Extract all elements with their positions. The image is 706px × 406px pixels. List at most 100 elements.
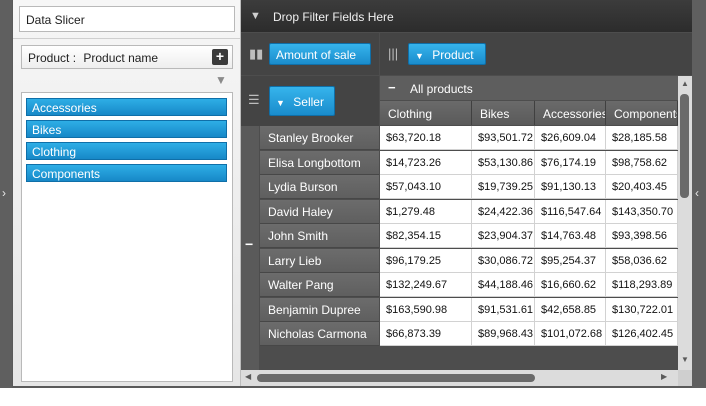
row-header[interactable]: Stanley Brooker [260,126,379,150]
row-field-chip[interactable]: ▼ Seller [269,86,335,116]
field-label: Product : [28,51,77,65]
scroll-down-icon[interactable]: ▼ [681,355,689,364]
filter-drop-zone[interactable]: ▼ Drop Filter Fields Here [241,0,692,32]
column-header-components[interactable]: Components [606,101,678,125]
row-header[interactable]: Larry Lieb [260,249,379,273]
horizontal-scrollbar[interactable]: ◀ ▶ [241,370,678,386]
scroll-corner [678,370,692,386]
table-cell[interactable]: $130,722.01 [606,298,678,322]
slicer-item-accessories[interactable]: Accessories [26,98,227,116]
table-cell[interactable]: $23,904.37 [472,224,535,248]
row-header[interactable]: Nicholas Carmona [260,322,379,346]
row-header[interactable]: Benjamin Dupree [260,298,379,322]
table-cell[interactable]: $14,763.48 [535,224,606,248]
collapse-right-handle[interactable]: ‹ [692,0,706,388]
column-fields-zone[interactable]: ||| ▼ Product [380,33,692,75]
table-cell[interactable]: $14,723.26 [380,151,472,175]
table-cell[interactable]: $98,758.62 [606,151,678,175]
filter-icon[interactable]: ▼ [415,51,424,61]
table-cell[interactable]: $1,279.48 [380,200,472,224]
table-cell[interactable]: $24,422.36 [472,200,535,224]
scroll-thumb[interactable] [680,94,689,198]
table-cell[interactable]: $20,403.45 [606,175,678,199]
table-cell[interactable]: $30,086.72 [472,249,535,273]
table-cell[interactable]: $63,720.18 [380,126,472,150]
table-cell[interactable]: $126,402.45 [606,322,678,346]
table-cell[interactable]: $163,590.98 [380,298,472,322]
slicer-items-list: Accessories Bikes Clothing Components [21,92,233,382]
row-field-label: Seller [293,95,324,109]
table-cell[interactable]: $42,658.85 [535,298,606,322]
data-fields-zone[interactable]: ▮▮ Amount of sale [241,33,379,75]
table-cell[interactable]: $95,254.37 [535,249,606,273]
table-cell[interactable]: $57,043.10 [380,175,472,199]
table-cell[interactable]: $93,398.56 [606,224,678,248]
table-cell[interactable]: $26,609.04 [535,126,606,150]
app-frame: › Data Slicer Product : Product name + ▼… [0,0,706,388]
pivot-grid: ▼ Drop Filter Fields Here ▮▮ Amount of s… [241,0,692,386]
table-cell[interactable]: $19,739.25 [472,175,535,199]
row-header[interactable]: Lydia Burson [260,175,379,199]
column-field-chip[interactable]: ▼ Product [408,43,486,65]
chevron-right-icon: › [2,186,6,200]
row-header[interactable]: Walter Pang [260,273,379,297]
table-cell[interactable]: $93,501.72 [472,126,535,150]
table-cell[interactable]: $116,547.64 [535,200,606,224]
row-fields-zone[interactable]: ☰ ▼ Seller [241,76,379,126]
scroll-right-icon[interactable]: ▶ [661,372,667,381]
slicer-item-clothing[interactable]: Clothing [26,142,227,160]
table-cell[interactable]: $44,188.46 [472,273,535,297]
add-field-button[interactable]: + [212,49,228,65]
table-cell[interactable]: $58,036.62 [606,249,678,273]
columns-icon: ||| [388,46,399,61]
filter-drop-label: Drop Filter Fields Here [273,10,394,24]
collapse-icon[interactable]: − [388,80,396,95]
data-field-label: Amount of sale [276,48,357,62]
table-cell[interactable]: $66,873.39 [380,322,472,346]
clear-filter-button[interactable]: ▼ [215,73,231,89]
column-header-bikes[interactable]: Bikes [472,101,535,125]
table-cell[interactable]: $118,293.89 [606,273,678,297]
slicer-title: Data Slicer [19,6,235,32]
slicer-field-selector[interactable]: Product : Product name + [21,45,233,69]
chevron-left-icon: ‹ [695,186,699,200]
divider [13,38,240,39]
table-cell[interactable]: $101,072.68 [535,322,606,346]
collapse-icon[interactable]: − [245,236,253,252]
table-cell[interactable]: $53,130.86 [472,151,535,175]
table-cell[interactable]: $132,249.67 [380,273,472,297]
scroll-thumb[interactable] [257,374,535,382]
table-cell[interactable]: $28,185.58 [606,126,678,150]
clear-filter-icon: ▼ [215,73,227,87]
data-field-chip[interactable]: Amount of sale [269,43,371,65]
row-header[interactable]: John Smith [260,224,379,248]
row-collapse-strip: − [241,126,259,370]
slicer-item-components[interactable]: Components [26,164,227,182]
table-cell[interactable]: $91,130.13 [535,175,606,199]
table-cell[interactable]: $76,174.19 [535,151,606,175]
plus-icon: + [215,48,225,64]
slicer-item-bikes[interactable]: Bikes [26,120,227,138]
bar-chart-icon: ▮▮ [249,46,264,61]
row-header[interactable]: David Haley [260,200,379,224]
scroll-up-icon[interactable]: ▲ [681,79,689,88]
scroll-left-icon[interactable]: ◀ [245,372,251,381]
column-header-clothing[interactable]: Clothing [380,101,472,125]
table-cell[interactable]: $89,968.43 [472,322,535,346]
table-cell[interactable]: $96,179.25 [380,249,472,273]
table-cell[interactable]: $16,660.62 [535,273,606,297]
rows-icon: ☰ [248,92,260,107]
table-cell[interactable]: $143,350.70 [606,200,678,224]
filter-icon[interactable]: ▼ [276,98,285,108]
table-cell[interactable]: $82,354.15 [380,224,472,248]
field-value: Product name [83,51,159,65]
column-field-label: Product [432,48,474,62]
row-header[interactable]: Elisa Longbottom [260,151,379,175]
table-cell[interactable]: $91,531.61 [472,298,535,322]
vertical-scrollbar[interactable]: ▲ ▼ [678,76,692,370]
filter-icon: ▼ [250,10,261,22]
column-header-accessories[interactable]: Accessories [535,101,606,125]
all-products-label: All products [410,82,473,96]
collapse-left-handle[interactable]: › [0,0,12,388]
all-products-header[interactable]: − All products [380,76,678,100]
